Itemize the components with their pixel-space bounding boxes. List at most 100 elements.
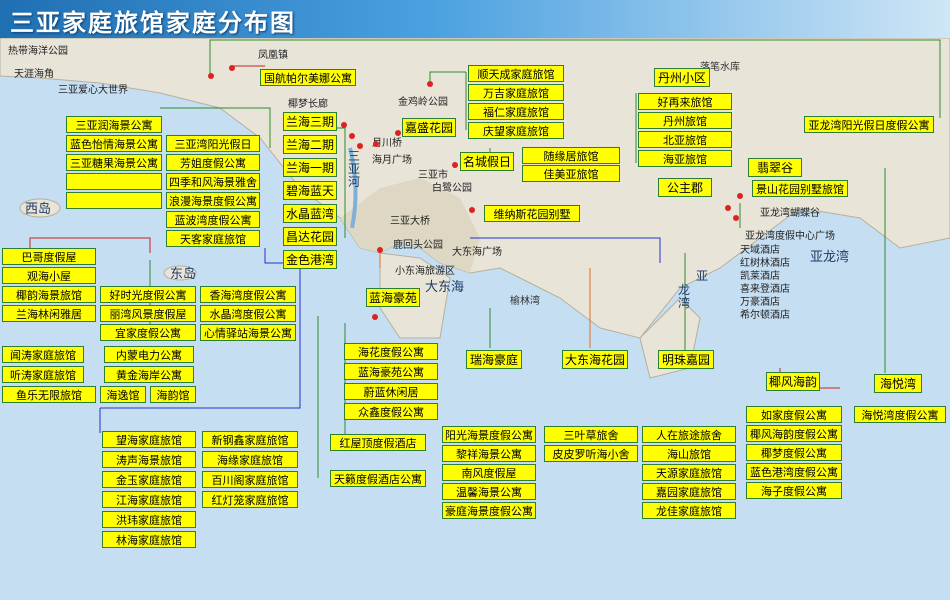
poi-jingshan[interactable]: 景山花园别墅旅馆: [752, 180, 848, 197]
poi-renzai[interactable]: 人在旅途旅舍: [642, 426, 736, 443]
label-haiyue: 海月广场: [372, 155, 412, 166]
poi-guanhai-xiaowu[interactable]: 观海小屋: [2, 267, 96, 284]
poi-haishan[interactable]: 海山旅馆: [642, 445, 736, 462]
label-sanya-bridge: 月川桥: [372, 138, 402, 149]
poi-yeyun[interactable]: 椰韵海景旅馆: [2, 286, 96, 303]
poi-yule[interactable]: 鱼乐无限旅馆: [2, 386, 96, 403]
poi-weinasi[interactable]: 维纳斯花园别墅: [484, 205, 580, 222]
poi-yalong-yangguang[interactable]: 亚龙湾阳光假日度假公寓: [804, 116, 934, 133]
poi-tinghai[interactable]: 听涛家庭旅馆: [2, 366, 84, 383]
poi-tianke[interactable]: 天客家庭旅馆: [166, 230, 260, 247]
poi-guohang[interactable]: 国航帕尔美娜公寓: [260, 69, 356, 86]
poi-tianyuan[interactable]: 天源家庭旅馆: [642, 464, 736, 481]
poi-wanghai[interactable]: 望海家庭旅馆: [102, 431, 196, 448]
poi-mingzhu[interactable]: 明珠嘉园: [658, 350, 714, 369]
poi-mingcheng[interactable]: 名城假日: [460, 152, 514, 171]
poi-fuxing[interactable]: 福仁家庭旅馆: [468, 103, 564, 120]
poi-gongzhujun[interactable]: 公主郡: [658, 178, 712, 197]
poi-piruo[interactable]: 皮皮罗听海小舍: [544, 445, 638, 462]
poi-taosheng[interactable]: 涛声海景旅馆: [102, 451, 196, 468]
poi-lanhai-gongyu[interactable]: 蓝海豪苑公寓: [344, 363, 438, 380]
poi-yefeng[interactable]: 椰风海韵: [766, 372, 820, 391]
poi-hongwu[interactable]: 红屋顶度假酒店: [330, 434, 426, 451]
poi-lanhai-haoyuan[interactable]: 蓝海豪苑: [366, 288, 420, 307]
poi-lixiang[interactable]: 黎祥海景公寓: [442, 445, 536, 462]
poi-haiyuan[interactable]: 海缘家庭旅馆: [202, 451, 298, 468]
poi-yefeng-du[interactable]: 椰风海韵度假公寓: [746, 425, 842, 442]
poi-wenxin[interactable]: 温馨海景公寓: [442, 483, 536, 500]
poi-tianyi[interactable]: 天籁度假酒店公寓: [330, 470, 426, 487]
poi-shuijing-wan[interactable]: 水晶湾度假公寓: [200, 305, 296, 322]
poi-haiyi[interactable]: 海逸馆: [100, 386, 146, 403]
poi-empty-2[interactable]: [66, 192, 162, 209]
poi-shanlan[interactable]: 蔚蓝休闲居: [344, 383, 438, 400]
poi-shuntian[interactable]: 顺天成家庭旅馆: [468, 65, 564, 82]
poi-sanhai3[interactable]: 兰海三期: [283, 112, 337, 131]
poi-linhai[interactable]: 林海家庭旅馆: [102, 531, 196, 548]
label-ya-v: 亚: [696, 269, 709, 283]
poi-suiyuan[interactable]: 随缘居旅馆: [522, 147, 620, 164]
poi-sanya-yangguang[interactable]: 三亚湾阳光假日: [166, 135, 260, 152]
poi-sanye[interactable]: 三叶草旅舍: [544, 426, 638, 443]
poi-ruihai[interactable]: 瑞海豪庭: [466, 350, 522, 369]
poi-haiyue-du[interactable]: 海悦湾度假公寓: [854, 406, 946, 423]
poi-bihai[interactable]: 碧海蓝天: [283, 181, 337, 200]
poi-nanfeng[interactable]: 南风度假屋: [442, 464, 536, 481]
label-aixin: 三亚爱心大世界: [58, 85, 128, 96]
poi-yangguang-gongyu[interactable]: 阳光海景度假公寓: [442, 426, 536, 443]
poi-jiajia[interactable]: 如家度假公寓: [746, 406, 842, 423]
poi-sijihai[interactable]: 四季和风海景雅舍: [166, 173, 260, 190]
poi-lanhua[interactable]: 海花度假公寓: [344, 343, 438, 360]
poi-yijia[interactable]: 宜家度假公寓: [100, 324, 196, 341]
label-sanya-river-v: 三亚河: [348, 149, 361, 189]
poi-jiayuan[interactable]: 嘉园家庭旅馆: [642, 483, 736, 500]
poi-longjia[interactable]: 龙佳家庭旅馆: [642, 502, 736, 519]
poi-jinyu[interactable]: 金玉家庭旅馆: [102, 471, 196, 488]
poi-jiamei[interactable]: 佳美亚旅馆: [522, 165, 620, 182]
poi-baichuan[interactable]: 百川阁家庭旅馆: [202, 471, 298, 488]
poi-jianghai[interactable]: 江海家庭旅馆: [102, 491, 196, 508]
poi-xinqing[interactable]: 心情驿站海景公寓: [200, 324, 296, 341]
poi-changda[interactable]: 昌达花园: [283, 227, 337, 246]
poi-tangguo[interactable]: 三亚糖果海景公寓: [66, 154, 162, 171]
poi-haiyue-wan[interactable]: 海悦湾: [874, 374, 922, 393]
poi-zhongxing[interactable]: 众鑫度假公寓: [344, 403, 438, 420]
poi-danzhou-hotel[interactable]: 丹州旅馆: [638, 112, 732, 129]
poi-wanji[interactable]: 万吉家庭旅馆: [468, 84, 564, 101]
poi-beiya[interactable]: 北亚旅馆: [638, 131, 732, 148]
poi-sanhai2[interactable]: 兰海二期: [283, 135, 337, 154]
poi-danzhou[interactable]: 丹州小区: [654, 68, 710, 87]
poi-feicui[interactable]: 翡翠谷: [748, 158, 802, 177]
poi-shuijing[interactable]: 水晶蓝湾: [283, 204, 337, 223]
poi-haoting[interactable]: 豪庭海景度假公寓: [442, 502, 536, 519]
poi-hongwei[interactable]: 洪玮家庭旅馆: [102, 511, 196, 528]
poi-empty-1[interactable]: [66, 173, 162, 190]
poi-neimeng[interactable]: 内蒙电力公寓: [104, 346, 194, 363]
poi-haiyun[interactable]: 海韵馆: [150, 386, 196, 403]
poi-lanhai-linxian[interactable]: 兰海林闲雅居: [2, 305, 96, 322]
poi-sanhai1[interactable]: 兰海一期: [283, 158, 337, 177]
poi-lanse[interactable]: 蓝色怡情海景公寓: [66, 135, 162, 152]
poi-wenhai[interactable]: 闻涛家庭旅馆: [2, 346, 84, 363]
poi-xinxing[interactable]: 新钢鑫家庭旅馆: [202, 431, 298, 448]
poi-lanbo[interactable]: 蓝波湾度假公寓: [166, 211, 260, 228]
poi-jiasheng[interactable]: 嘉盛花园: [402, 118, 456, 137]
poi-haoshi[interactable]: 好时光度假公寓: [100, 286, 196, 303]
poi-yemeng-du[interactable]: 椰梦度假公寓: [746, 444, 842, 461]
poi-qingwang[interactable]: 庆望家庭旅馆: [468, 122, 564, 139]
poi-liwan[interactable]: 丽湾风景度假屋: [100, 305, 196, 322]
poi-sanya-runhai[interactable]: 三亚润海景公寓: [66, 116, 162, 133]
poi-haozai[interactable]: 好再来旅馆: [638, 93, 732, 110]
poi-lanse-gang[interactable]: 蓝色港湾度假公寓: [746, 463, 842, 480]
poi-jinse[interactable]: 金色港湾: [283, 250, 337, 269]
poi-huangjin[interactable]: 黄金海岸公寓: [104, 366, 194, 383]
poi-haizi[interactable]: 海子度假公寓: [746, 482, 842, 499]
poi-fangzu[interactable]: 芳姐度假公寓: [166, 154, 260, 171]
label-remen-park: 热带海洋公园: [8, 46, 68, 57]
poi-langman[interactable]: 浪漫海景度假公寓: [166, 192, 260, 209]
poi-xianghai[interactable]: 香海湾度假公寓: [200, 286, 296, 303]
poi-dadonghai-garden[interactable]: 大东海花园: [562, 350, 628, 369]
poi-bage[interactable]: 巴哥度假屋: [2, 248, 96, 265]
poi-haiya[interactable]: 海亚旅馆: [638, 150, 732, 167]
poi-hongdeng[interactable]: 红灯笼家庭旅馆: [202, 491, 298, 508]
